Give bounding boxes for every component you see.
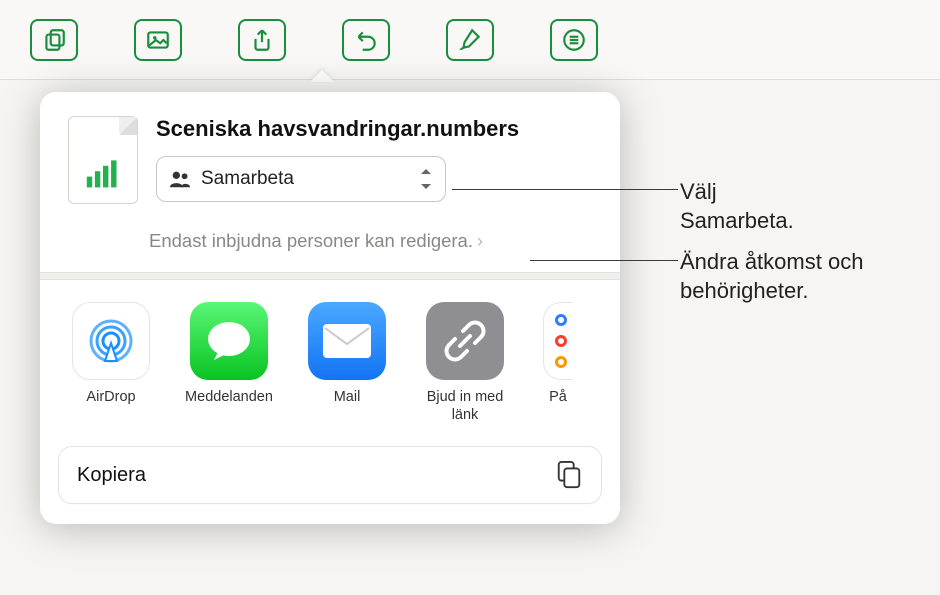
- callout-change-access: Ändra åtkomst och behörigheter.: [680, 248, 940, 305]
- share-target-label: På: [538, 388, 578, 406]
- copy-icon: [555, 460, 583, 490]
- popover-caret: [310, 70, 334, 82]
- reminders-icon: [555, 314, 567, 368]
- permissions-text: Endast inbjudna personer kan redigera.: [149, 230, 473, 252]
- pages-icon: [41, 27, 67, 53]
- share-target-copy-link[interactable]: Bjud in med länk: [420, 302, 510, 424]
- airdrop-icon: [83, 313, 139, 369]
- insert-media-button[interactable]: [134, 19, 182, 61]
- callout-leader-line: [530, 260, 678, 261]
- share-target-airdrop[interactable]: AirDrop: [66, 302, 156, 424]
- share-icon: [249, 27, 275, 53]
- copy-action-row[interactable]: Kopiera: [58, 446, 602, 504]
- permissions-row[interactable]: Endast inbjudna personer kan redigera. ›: [40, 220, 620, 272]
- document-title: Sceniska havsvandringar.numbers: [156, 116, 592, 142]
- undo-icon: [353, 27, 379, 53]
- share-header: Sceniska havsvandringar.numbers Samarbet…: [40, 92, 620, 220]
- share-target-reminders[interactable]: På: [538, 302, 578, 424]
- share-target-label: Mail: [302, 388, 392, 406]
- chevron-right-icon: ›: [477, 231, 483, 252]
- mail-icon: [321, 322, 373, 360]
- undo-button[interactable]: [342, 19, 390, 61]
- add-page-button[interactable]: [30, 19, 78, 61]
- document-thumbnail: [68, 116, 138, 204]
- toolbar: [0, 0, 940, 80]
- callout-leader-line: [452, 189, 678, 190]
- messages-icon: [204, 318, 254, 364]
- share-target-label: AirDrop: [66, 388, 156, 406]
- share-target-label: Meddelanden: [184, 388, 274, 406]
- people-icon: [169, 170, 191, 188]
- copy-label: Kopiera: [77, 464, 146, 487]
- share-target-label: Bjud in med länk: [420, 388, 510, 424]
- more-lines-icon: [561, 27, 587, 53]
- image-icon: [145, 27, 171, 53]
- more-button[interactable]: [550, 19, 598, 61]
- share-sheet: Sceniska havsvandringar.numbers Samarbet…: [40, 92, 620, 524]
- chart-bars-icon: [85, 157, 121, 189]
- share-targets-row: AirDrop Meddelanden Mail: [40, 280, 620, 436]
- chevron-up-down-icon: [419, 169, 433, 189]
- paintbrush-icon: [457, 27, 483, 53]
- collaboration-mode-label: Samarbeta: [201, 168, 409, 190]
- collaboration-mode-dropdown[interactable]: Samarbeta: [156, 156, 446, 202]
- callout-choose-collab: Välj Samarbeta.: [680, 178, 794, 235]
- share-button[interactable]: [238, 19, 286, 61]
- link-icon: [442, 318, 488, 364]
- format-button[interactable]: [446, 19, 494, 61]
- section-divider: [40, 272, 620, 280]
- share-target-messages[interactable]: Meddelanden: [184, 302, 274, 424]
- share-target-mail[interactable]: Mail: [302, 302, 392, 424]
